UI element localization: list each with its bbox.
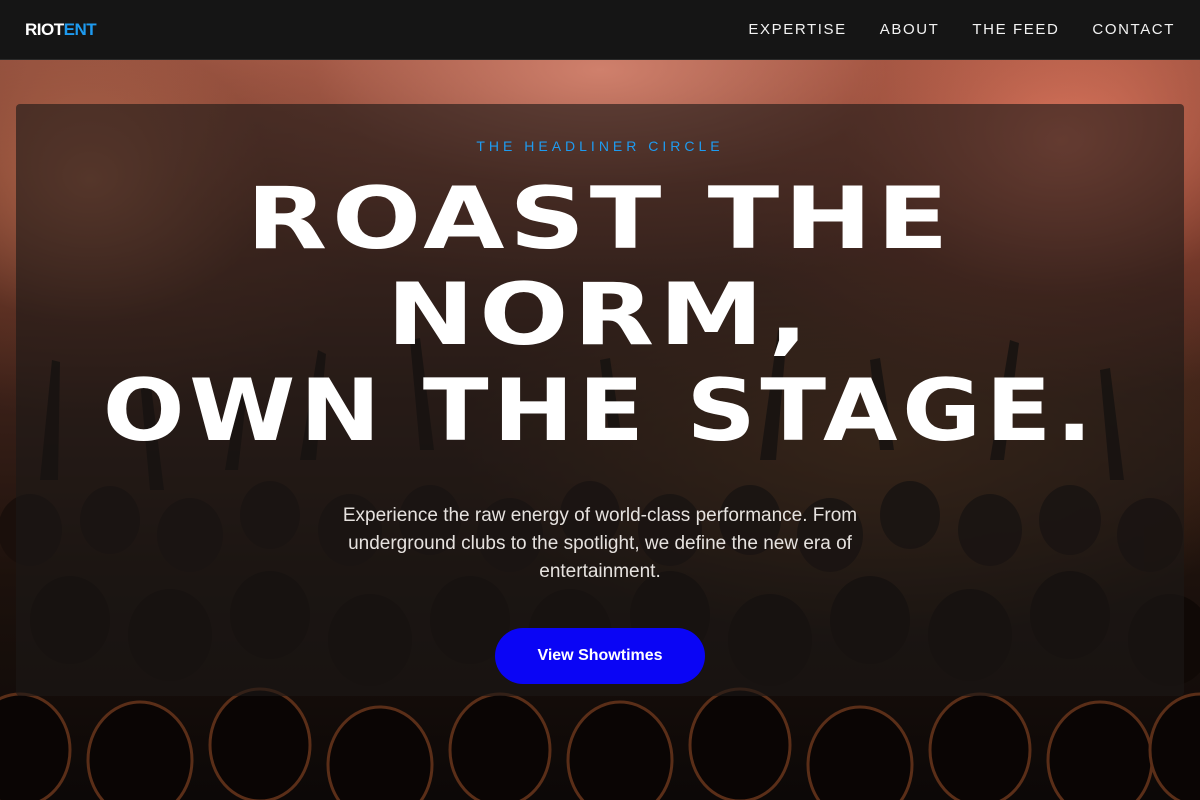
top-navbar: RIOT ENT EXPERTISE ABOUT THE FEED CONTAC… (0, 0, 1200, 60)
logo-text-accent: ENT (63, 19, 97, 39)
nav-link-expertise[interactable]: EXPERTISE (748, 21, 846, 38)
headline-line-1: ROAST THE (246, 169, 954, 269)
view-showtimes-button[interactable]: View Showtimes (495, 628, 705, 684)
headline-line-2: NORM, (386, 265, 814, 365)
hero-panel: THE HEADLINER CIRCLE ROAST THE NORM, OWN… (16, 104, 1184, 696)
nav-link-about[interactable]: ABOUT (880, 21, 940, 38)
hero-eyebrow: THE HEADLINER CIRCLE (476, 138, 724, 154)
headline-line-3: OWN THE STAGE. (102, 361, 1098, 461)
primary-nav: EXPERTISE ABOUT THE FEED CONTACT (748, 21, 1175, 38)
logo-text-primary: RIOT (25, 19, 64, 39)
hero-headline: ROAST THE NORM, OWN THE STAGE. (103, 171, 1093, 459)
hero-description: Experience the raw energy of world-class… (342, 505, 858, 582)
nav-link-contact[interactable]: CONTACT (1092, 21, 1175, 38)
nav-link-the-feed[interactable]: THE FEED (972, 21, 1059, 38)
brand-logo[interactable]: RIOT ENT (25, 19, 97, 40)
